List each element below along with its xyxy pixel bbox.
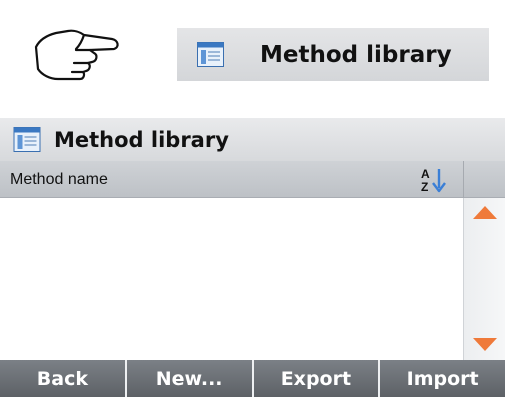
vertical-scrollbar[interactable] [463,198,505,360]
method-library-icon [197,42,224,67]
column-separator [463,161,464,198]
method-library-button[interactable]: Method library [177,28,489,81]
svg-text:A: A [421,167,430,181]
bottom-button-bar: Back New... Export Import [0,360,505,397]
new-button[interactable]: New... [126,360,254,397]
method-library-dialog: Method library Method name A Z Back New.… [0,118,505,397]
sort-az-icon[interactable]: A Z [417,166,453,194]
method-library-button-label: Method library [260,41,452,68]
pointing-hand-icon [34,29,119,81]
column-header-method-name: Method name [10,171,108,188]
back-button[interactable]: Back [0,360,127,397]
export-button[interactable]: Export [253,360,381,397]
svg-text:Z: Z [421,180,428,194]
dialog-title: Method library [54,127,229,152]
import-button[interactable]: Import [380,360,505,397]
cropped-heading-fragment [228,0,308,12]
method-list[interactable] [0,198,463,360]
column-header[interactable]: Method name A Z [0,161,505,198]
method-library-icon [13,127,41,152]
scroll-down-icon[interactable] [473,338,497,351]
dialog-title-bar: Method library [0,118,505,161]
scroll-up-icon[interactable] [473,206,497,219]
